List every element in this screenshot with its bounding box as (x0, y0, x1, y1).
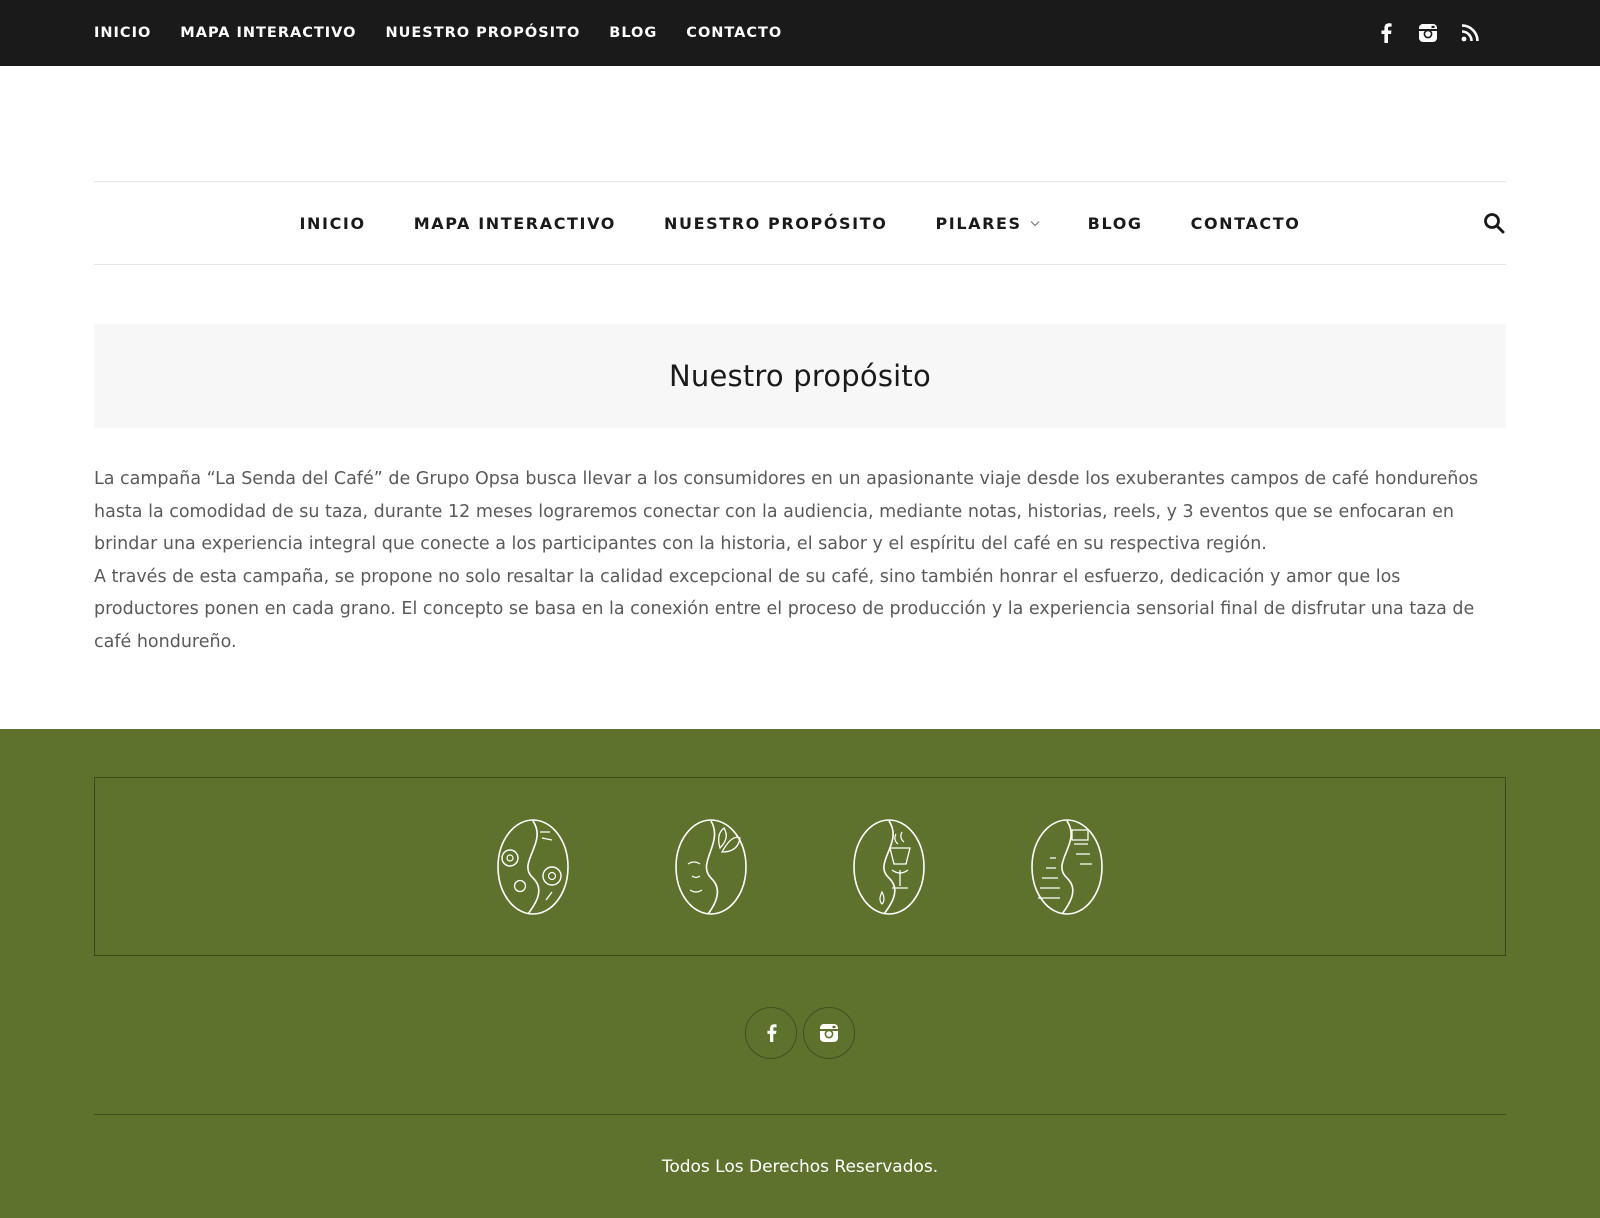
content-paragraph-1: La campaña “La Senda del Café” de Grupo … (94, 469, 1479, 554)
main-nav-items: INICIO MAPA INTERACTIVO NUESTRO PROPÓSIT… (94, 182, 1506, 264)
main-nav-mapa-interactivo[interactable]: MAPA INTERACTIVO (414, 214, 616, 233)
facebook-icon[interactable] (1376, 23, 1396, 43)
page-content: La campaña “La Senda del Café” de Grupo … (94, 463, 1506, 658)
main-nav-pilares[interactable]: PILARES (935, 214, 1040, 233)
top-nav-mapa-interactivo[interactable]: MAPA INTERACTIVO (180, 25, 356, 41)
top-nav-contacto[interactable]: CONTACTO (686, 25, 782, 41)
main-nav-contacto[interactable]: CONTACTO (1191, 214, 1301, 233)
footer-facebook-button[interactable] (745, 1007, 797, 1059)
top-social-links (1376, 0, 1480, 66)
top-nav-nuestro-proposito[interactable]: NUESTRO PROPÓSITO (385, 25, 580, 41)
main-nav: INICIO MAPA INTERACTIVO NUESTRO PROPÓSIT… (94, 181, 1506, 265)
top-nav-inicio[interactable]: INICIO (94, 25, 151, 41)
footer-social-links (0, 1007, 1600, 1059)
pillars-box (94, 777, 1506, 956)
main-nav-nuestro-proposito[interactable]: NUESTRO PROPÓSITO (664, 214, 887, 233)
instagram-icon[interactable] (1418, 23, 1438, 43)
instagram-icon (820, 1024, 838, 1042)
page-title: Nuestro propósito (669, 359, 931, 393)
coffee-bean-pyramid-icon[interactable] (1030, 818, 1104, 916)
main-nav-blog[interactable]: BLOG (1088, 214, 1143, 233)
coffee-bean-woman-icon[interactable] (674, 818, 748, 916)
page-title-box: Nuestro propósito (94, 324, 1506, 428)
footer-divider (94, 1114, 1506, 1115)
footer: Todos Los Derechos Reservados. (0, 729, 1600, 1218)
top-nav-blog[interactable]: BLOG (609, 25, 657, 41)
content-paragraph-2: A través de esta campaña, se propone no … (94, 566, 1475, 652)
search-icon[interactable] (1482, 211, 1506, 235)
chevron-down-icon (1030, 220, 1040, 226)
coffee-bean-cup-icon[interactable] (852, 818, 926, 916)
footer-instagram-button[interactable] (803, 1007, 855, 1059)
coffee-bean-gears-icon[interactable] (496, 818, 570, 916)
top-bar: INICIO MAPA INTERACTIVO NUESTRO PROPÓSIT… (0, 0, 1600, 66)
main-nav-inicio[interactable]: INICIO (299, 214, 365, 233)
rss-icon[interactable] (1460, 23, 1480, 43)
top-nav: INICIO MAPA INTERACTIVO NUESTRO PROPÓSIT… (94, 0, 811, 66)
facebook-icon (766, 1024, 777, 1042)
copyright-text: Todos Los Derechos Reservados. (661, 1157, 939, 1177)
